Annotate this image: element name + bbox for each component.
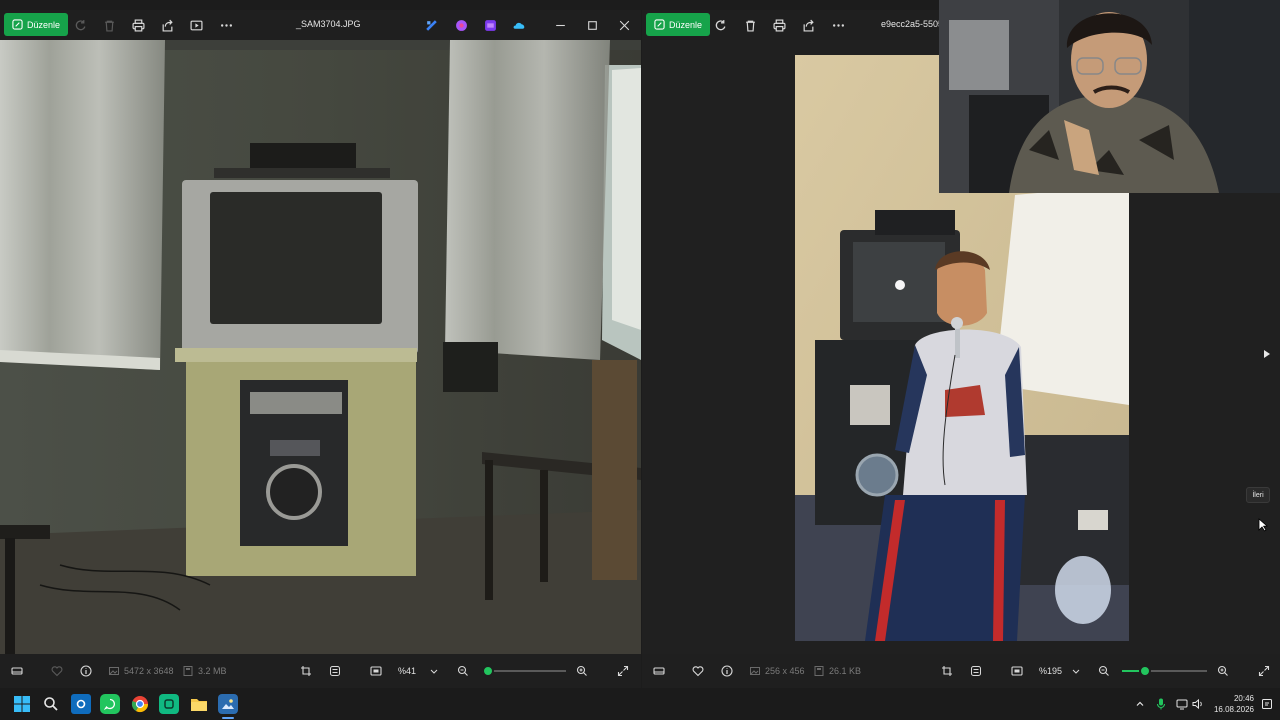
chevron-down-icon xyxy=(430,669,438,674)
next-arrow-button[interactable] xyxy=(1260,342,1274,366)
windows-start-icon[interactable] xyxy=(12,694,32,714)
next-tooltip: İleri xyxy=(1246,487,1270,503)
right-edit-button[interactable]: Düzenle xyxy=(646,13,711,36)
taskbar: 20:46 16.08.2026 xyxy=(0,688,1280,720)
delete-icon[interactable] xyxy=(101,17,117,33)
zoom-out-icon[interactable] xyxy=(1098,664,1110,678)
left-photo-window: Düzenle _SAM3704.JPG 5472 x 3648 3.2 MB … xyxy=(0,10,641,688)
info-icon[interactable] xyxy=(80,664,92,678)
right-zoom-slider-thumb[interactable] xyxy=(1138,665,1151,677)
file-size-icon xyxy=(183,666,193,676)
left-edit-button[interactable]: Düzenle xyxy=(4,13,69,36)
left-file-size: 3.2 MB xyxy=(182,664,227,678)
chrome-icon[interactable] xyxy=(130,694,150,714)
more-options-icon[interactable] xyxy=(218,17,234,33)
edit-icon xyxy=(654,19,665,30)
outlook-icon[interactable] xyxy=(71,694,91,714)
info-icon[interactable] xyxy=(721,664,733,678)
living-room-photo xyxy=(0,40,641,654)
app-icon[interactable] xyxy=(159,694,179,714)
fit-to-window-icon[interactable] xyxy=(370,664,382,678)
volume-icon[interactable] xyxy=(1188,694,1208,714)
share-icon[interactable] xyxy=(159,17,175,33)
left-zoom-slider-thumb[interactable] xyxy=(481,665,494,677)
left-zoom-select[interactable]: %41 xyxy=(398,664,438,678)
favorite-icon[interactable] xyxy=(51,664,63,678)
fullscreen-icon[interactable] xyxy=(617,664,629,678)
left-file-title: _SAM3704.JPG xyxy=(296,19,361,29)
whatsapp-icon[interactable] xyxy=(100,694,120,714)
right-bottombar: 256 x 456 26.1 KB %195 xyxy=(642,654,1280,688)
active-app-indicator xyxy=(222,717,234,719)
clipchamp-icon[interactable] xyxy=(453,17,469,33)
search-icon[interactable] xyxy=(41,694,61,714)
left-bottombar: 5472 x 3648 3.2 MB %41 xyxy=(0,654,641,688)
adjust-icon[interactable] xyxy=(329,664,341,678)
adjust-icon[interactable] xyxy=(970,664,982,678)
print-icon[interactable] xyxy=(130,17,146,33)
chevron-right-icon xyxy=(1264,350,1270,358)
left-photo-viewer xyxy=(0,40,641,654)
webcam-video xyxy=(939,0,1280,193)
minimize-icon[interactable] xyxy=(552,17,568,33)
mouse-cursor-icon xyxy=(1258,518,1268,532)
onedrive-icon[interactable] xyxy=(511,17,527,33)
photos-app-icon[interactable] xyxy=(218,694,238,714)
image-size-icon xyxy=(109,667,119,675)
video-editor-icon[interactable] xyxy=(482,17,498,33)
filmstrip-icon[interactable] xyxy=(653,664,665,678)
notification-icon[interactable] xyxy=(1257,694,1277,714)
right-file-size: 26.1 KB xyxy=(813,664,861,678)
clock-time: 20:46 xyxy=(1233,694,1254,703)
system-clock[interactable]: 20:46 16.08.2026 xyxy=(1214,693,1254,715)
right-zoom-slider[interactable] xyxy=(1122,665,1207,677)
zoom-in-icon[interactable] xyxy=(1217,664,1229,678)
chevron-down-icon xyxy=(1072,669,1080,674)
designer-app-icon[interactable] xyxy=(423,17,439,33)
delete-icon[interactable] xyxy=(742,17,758,33)
left-dimensions: 5472 x 3648 xyxy=(108,664,174,678)
right-edit-label: Düzenle xyxy=(669,19,703,30)
fullscreen-icon[interactable] xyxy=(1258,664,1270,678)
crop-icon[interactable] xyxy=(941,664,953,678)
left-edit-label: Düzenle xyxy=(27,19,61,30)
favorite-icon[interactable] xyxy=(692,664,704,678)
share-icon[interactable] xyxy=(800,17,816,33)
right-dimensions: 256 x 456 xyxy=(749,664,805,678)
clock-date: 16.08.2026 xyxy=(1213,705,1254,714)
zoom-out-icon[interactable] xyxy=(457,664,469,678)
file-explorer-icon[interactable] xyxy=(189,694,209,714)
file-size-icon xyxy=(814,666,824,676)
microphone-icon[interactable] xyxy=(1151,694,1171,714)
filmstrip-icon[interactable] xyxy=(11,664,23,678)
zoom-in-icon[interactable] xyxy=(576,664,588,678)
maximize-icon[interactable] xyxy=(584,17,600,33)
print-icon[interactable] xyxy=(771,17,787,33)
more-options-icon[interactable] xyxy=(830,17,846,33)
rotate-icon[interactable] xyxy=(712,17,728,33)
right-zoom-select[interactable]: %195 xyxy=(1039,664,1080,678)
left-zoom-slider[interactable] xyxy=(481,665,566,677)
rotate-icon[interactable] xyxy=(72,17,88,33)
crop-icon[interactable] xyxy=(300,664,312,678)
fit-to-window-icon[interactable] xyxy=(1011,664,1023,678)
right-file-title: e9ecc2a5-5505 xyxy=(881,19,944,29)
close-icon[interactable] xyxy=(616,17,632,33)
image-size-icon xyxy=(750,667,760,675)
webcam-overlay xyxy=(939,0,1280,193)
edit-icon xyxy=(12,19,23,30)
slideshow-icon[interactable] xyxy=(188,17,204,33)
chevron-up-icon[interactable] xyxy=(1130,694,1150,714)
left-titlebar: Düzenle _SAM3704.JPG xyxy=(0,10,641,40)
